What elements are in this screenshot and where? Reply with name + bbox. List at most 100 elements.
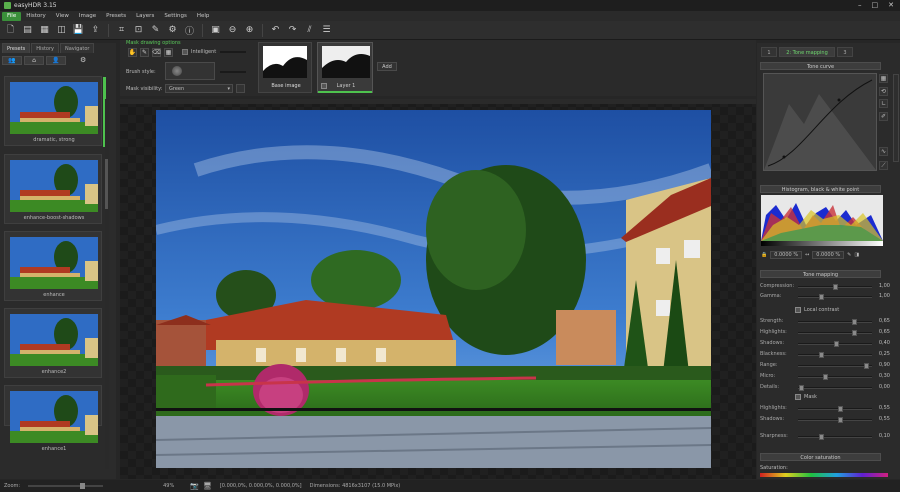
zoom-slider[interactable] bbox=[28, 483, 104, 489]
slider-track[interactable] bbox=[798, 341, 872, 347]
slider-knob[interactable] bbox=[838, 406, 844, 412]
monitor-icon[interactable]: 🖥 bbox=[203, 482, 212, 490]
local-contrast-checkbox[interactable] bbox=[795, 307, 801, 313]
redo-icon[interactable]: ↷ bbox=[286, 24, 299, 37]
open-file-icon[interactable]: ▤ bbox=[21, 24, 34, 37]
histogram-graph[interactable] bbox=[761, 195, 883, 241]
slider-lc-blackness[interactable]: Blackness: 0,25 bbox=[760, 351, 890, 359]
hdr-photo[interactable] bbox=[156, 110, 711, 468]
preset-item[interactable]: enhance bbox=[4, 231, 102, 301]
curve-reset-icon[interactable]: ⟲ bbox=[879, 87, 888, 96]
menu-settings[interactable]: Settings bbox=[159, 12, 192, 21]
base-image-layer[interactable]: Base image bbox=[258, 42, 312, 93]
menu-view[interactable]: View bbox=[51, 12, 74, 21]
brush-paint-icon[interactable]: ✎ bbox=[140, 48, 149, 57]
black-white-point-bar[interactable] bbox=[761, 241, 883, 246]
undo-icon[interactable]: ↶ bbox=[269, 24, 282, 37]
save-icon[interactable]: 💾 bbox=[72, 24, 85, 37]
slider-gamma[interactable]: Gamma: 1,00 bbox=[760, 293, 890, 301]
slider-track[interactable] bbox=[798, 385, 872, 391]
compare-icon[interactable]: ⫽ bbox=[303, 24, 316, 37]
slider-lc-micro[interactable]: Micro: 0,30 bbox=[760, 373, 890, 381]
layers-icon[interactable]: ☰ bbox=[320, 24, 333, 37]
slider-track[interactable] bbox=[798, 417, 872, 423]
minimize-icon[interactable]: – bbox=[858, 1, 862, 9]
slider-lc-range[interactable]: Range: 0,90 bbox=[760, 362, 890, 370]
curve-smooth-icon[interactable]: ∿ bbox=[879, 147, 888, 156]
slider-track[interactable] bbox=[798, 294, 872, 300]
tab-presets[interactable]: Presets bbox=[2, 43, 31, 53]
menu-presets[interactable]: Presets bbox=[101, 12, 131, 21]
slider-knob[interactable] bbox=[851, 319, 857, 325]
new-file-icon[interactable]: 🗋 bbox=[4, 24, 17, 37]
curve-point-icon[interactable]: ∟ bbox=[879, 99, 888, 108]
slider-track[interactable] bbox=[798, 406, 872, 412]
info-icon[interactable]: ⓘ bbox=[183, 24, 196, 37]
export-icon[interactable]: ⇪ bbox=[89, 24, 102, 37]
mask-color-icon[interactable] bbox=[236, 84, 245, 93]
menu-file[interactable]: File bbox=[2, 11, 22, 21]
panel-scrollbar[interactable] bbox=[893, 74, 899, 162]
slider-knob[interactable] bbox=[838, 417, 844, 423]
tone-curve-editor[interactable] bbox=[763, 73, 877, 171]
slider-track[interactable] bbox=[798, 319, 872, 325]
slider-track[interactable] bbox=[798, 352, 872, 358]
curve-pencil-icon[interactable]: ✐ bbox=[879, 112, 888, 121]
open-folder-icon[interactable]: ▦ bbox=[38, 24, 51, 37]
eyedropper-icon[interactable]: ✎ bbox=[847, 252, 851, 258]
tab-step-1[interactable]: 1 bbox=[761, 47, 777, 57]
preset-item[interactable]: enhance2 bbox=[4, 308, 102, 378]
brush-size-slider[interactable] bbox=[220, 71, 246, 73]
tab-step-3[interactable]: 3 bbox=[837, 47, 853, 57]
slider-track[interactable] bbox=[798, 284, 872, 290]
maximize-icon[interactable]: □ bbox=[872, 1, 879, 9]
slider-track[interactable] bbox=[798, 374, 872, 380]
black-point-value[interactable]: 0.0000 % bbox=[770, 251, 803, 259]
preset-settings-gear-icon[interactable]: ⚙ bbox=[80, 56, 86, 65]
slider-track[interactable] bbox=[798, 434, 872, 440]
slider-compression[interactable]: Compression: 1,00 bbox=[760, 283, 890, 291]
mask-visibility-select[interactable]: Green ▾ bbox=[165, 84, 233, 93]
slider-mask-shadows[interactable]: Shadows: 0,55 bbox=[760, 416, 890, 424]
slider-knob[interactable] bbox=[818, 434, 824, 440]
histogram-header[interactable]: Histogram, black & white point bbox=[760, 185, 881, 193]
brush-icon[interactable]: ✎ bbox=[149, 24, 162, 37]
menu-layers[interactable]: Layers bbox=[131, 12, 159, 21]
color-saturation-header[interactable]: Color saturation bbox=[760, 453, 881, 461]
menu-history[interactable]: History bbox=[21, 12, 51, 21]
users-icon[interactable]: 👥 bbox=[2, 56, 22, 65]
mask-fill-icon[interactable]: ▦ bbox=[164, 48, 173, 57]
open-recent-icon[interactable]: ◫ bbox=[55, 24, 68, 37]
user-icon[interactable]: 👤 bbox=[46, 56, 66, 65]
layer1-item[interactable]: Layer 1 bbox=[317, 42, 373, 93]
slider-sharpness[interactable]: Sharpness: 0,10 bbox=[760, 433, 890, 441]
slider-lc-shadows[interactable]: Shadows: 0,40 bbox=[760, 340, 890, 348]
white-point-value[interactable]: 0.0000 % bbox=[812, 251, 845, 259]
zoom-in-icon[interactable]: ⊕ bbox=[243, 24, 256, 37]
image-view-icon[interactable]: ▣ bbox=[209, 24, 222, 37]
close-icon[interactable]: ✕ bbox=[888, 1, 894, 9]
zoom-slider-knob[interactable] bbox=[80, 483, 86, 489]
curve-linear-icon[interactable]: ⟋ bbox=[879, 161, 888, 170]
preset-item[interactable]: dramatic, strong bbox=[4, 76, 106, 147]
zoom-out-icon[interactable]: ⊖ bbox=[226, 24, 239, 37]
preset-scrollbar[interactable] bbox=[105, 99, 109, 469]
tone-mapping-header[interactable]: Tone mapping bbox=[760, 270, 881, 278]
preset-item[interactable]: enhance-boost-shadows bbox=[4, 154, 102, 224]
menu-help[interactable]: Help bbox=[192, 12, 215, 21]
slider-track[interactable] bbox=[798, 363, 872, 369]
slider-knob[interactable] bbox=[818, 352, 824, 358]
brush-add-icon[interactable]: ✋ bbox=[128, 48, 137, 57]
add-layer-button[interactable]: Add bbox=[377, 62, 397, 71]
saturation-color-bar[interactable] bbox=[760, 473, 888, 477]
slider-knob[interactable] bbox=[851, 330, 857, 336]
intelligent-slider[interactable] bbox=[220, 51, 246, 53]
slider-lc-details[interactable]: Details: 0,00 bbox=[760, 384, 890, 392]
intelligent-checkbox[interactable] bbox=[182, 49, 188, 55]
preset-item[interactable]: enhance1 bbox=[4, 385, 102, 452]
slider-knob[interactable] bbox=[798, 385, 804, 391]
tab-history[interactable]: History bbox=[31, 43, 59, 53]
tab-tone-mapping[interactable]: 2: Tone mapping bbox=[779, 47, 835, 57]
slider-mask-highlights[interactable]: Highlights: 0,55 bbox=[760, 405, 890, 413]
brush-style-preview[interactable] bbox=[165, 62, 215, 80]
